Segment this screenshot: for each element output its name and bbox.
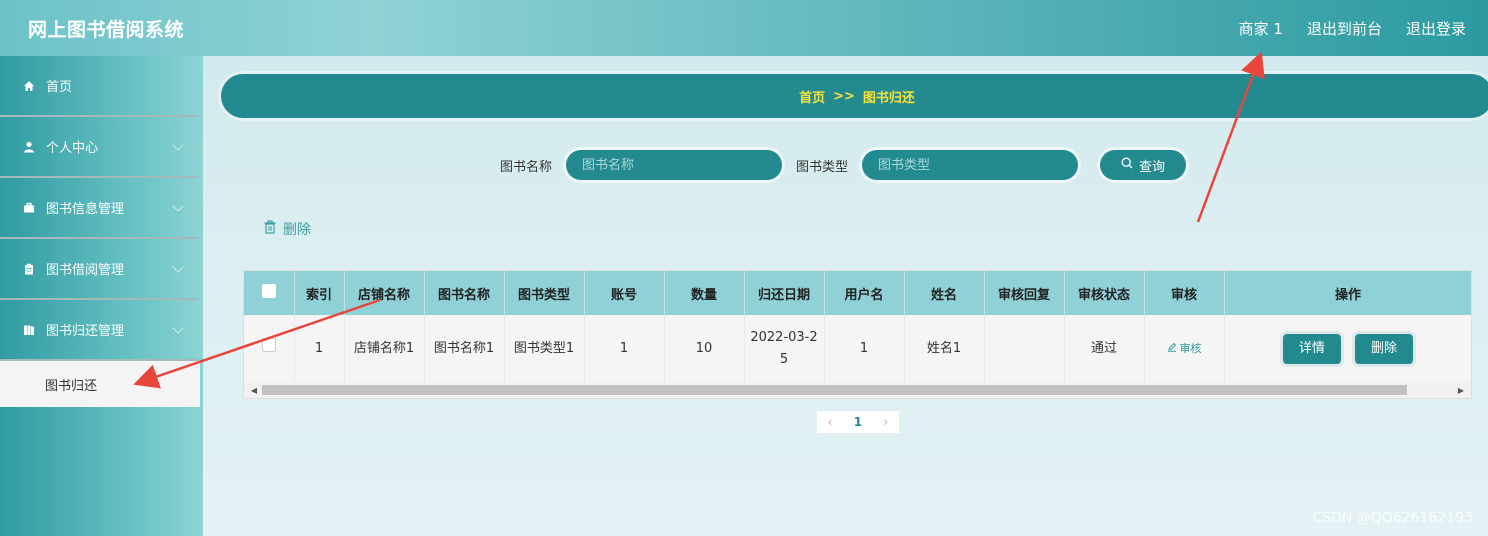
book-type-input[interactable] [862, 150, 1079, 180]
cell-actions: 详情 删除 [1224, 315, 1471, 383]
app-title: 网上图书借阅系统 [28, 18, 185, 41]
column-header: 操作 [1224, 271, 1471, 315]
book-name-label: 图书名称 [500, 159, 553, 175]
sidebar-item-label: 图书归还管理 [46, 324, 125, 339]
select-all-header [244, 271, 295, 315]
column-header: 审核 [1144, 271, 1225, 315]
book-name-input[interactable] [566, 150, 783, 180]
sidebar-item-book-info[interactable]: 图书信息管理 [0, 178, 198, 239]
logout-link[interactable]: 退出登录 [1406, 18, 1466, 39]
breadcrumb: 首页 >> 图书归还 [221, 74, 1488, 118]
edit-icon [1167, 338, 1177, 360]
table-row: 1 店铺名称1 图书名称1 图书类型1 1 10 2022-03-25 1 姓名… [244, 315, 1471, 383]
horizontal-scrollbar[interactable]: ◀ ▶ [244, 382, 1471, 398]
cell-account: 1 [584, 315, 665, 383]
sidebar-item-label: 个人中心 [46, 141, 99, 156]
cell-shop: 店铺名称1 [344, 315, 425, 383]
sidebar-item-profile[interactable]: 个人中心 [0, 117, 198, 178]
batch-delete-label: 删除 [283, 222, 311, 238]
column-header: 用户名 [824, 271, 905, 315]
breadcrumb-separator: >> [833, 88, 855, 104]
column-header: 图书类型 [504, 271, 585, 315]
cell-audit: 审核 [1144, 315, 1225, 383]
column-header: 账号 [584, 271, 665, 315]
row-checkbox[interactable] [261, 338, 276, 352]
column-header: 索引 [294, 271, 345, 315]
clipboard-icon [23, 263, 35, 275]
pagination: ‹ 1 › [817, 411, 899, 433]
detail-button[interactable]: 详情 [1282, 334, 1341, 364]
cell-reply [984, 315, 1065, 383]
sidebar-item-label: 首页 [46, 80, 73, 95]
scrollbar-thumb[interactable] [262, 385, 1407, 395]
scroll-right-icon[interactable]: ▶ [1453, 382, 1469, 398]
book-icon [23, 324, 35, 336]
query-button[interactable]: 查询 [1100, 150, 1187, 180]
query-button-label: 查询 [1139, 159, 1166, 175]
column-header: 审核状态 [1064, 271, 1145, 315]
watermark: CSDN @QQ626162193 [1312, 510, 1473, 526]
batch-delete-button[interactable]: 删除 [263, 219, 311, 239]
next-page-icon[interactable]: › [883, 415, 888, 429]
breadcrumb-current: 图书归还 [862, 90, 915, 106]
current-user[interactable]: 商家 1 [1239, 18, 1283, 39]
sidebar-item-borrow[interactable]: 图书借阅管理 [0, 239, 198, 300]
sidebar-item-home[interactable]: 首页 [0, 56, 198, 117]
chevron-down-icon [172, 200, 184, 212]
audit-label: 审核 [1179, 342, 1202, 355]
top-right-nav: 商家 1 退出到前台 退出登录 [1239, 18, 1466, 39]
scroll-left-icon[interactable]: ◀ [246, 382, 262, 398]
cell-status: 通过 [1064, 315, 1145, 383]
column-header: 归还日期 [744, 271, 825, 315]
sidebar-subitem-book-return[interactable]: 图书归还 [0, 361, 200, 407]
select-all-checkbox[interactable] [261, 284, 276, 298]
row-select-cell [244, 315, 295, 383]
cell-username: 1 [824, 315, 905, 383]
sidebar-item-label: 图书借阅管理 [46, 263, 125, 278]
return-date: 2022-03-25 [750, 330, 818, 367]
user-icon [23, 141, 35, 153]
page-number[interactable]: 1 [854, 415, 862, 429]
cell-name: 姓名1 [904, 315, 985, 383]
column-header: 审核回复 [984, 271, 1065, 315]
delete-button[interactable]: 删除 [1355, 334, 1414, 364]
data-table: 索引 店铺名称 图书名称 图书类型 账号 数量 归还日期 用户名 姓名 审核回复… [243, 270, 1472, 399]
cell-book: 图书名称1 [424, 315, 505, 383]
chevron-down-icon [172, 261, 184, 273]
cell-date: 2022-03-25 [744, 315, 825, 383]
breadcrumb-home[interactable]: 首页 [799, 87, 825, 106]
search-bar: 图书名称 图书类型 查询 [500, 150, 1187, 180]
audit-link[interactable]: 审核 [1167, 338, 1202, 360]
prev-page-icon[interactable]: ‹ [828, 415, 833, 429]
sidebar: 首页 个人中心 图书信息管理 图书借阅管理 图书归还管理 图书归还 [0, 56, 203, 536]
top-bar: 网上图书借阅系统 商家 1 退出到前台 退出登录 [0, 0, 1488, 56]
column-header: 数量 [664, 271, 745, 315]
column-header: 姓名 [904, 271, 985, 315]
home-icon [23, 80, 35, 92]
column-header: 店铺名称 [344, 271, 425, 315]
cell-qty: 10 [664, 315, 745, 383]
exit-to-front-link[interactable]: 退出到前台 [1307, 18, 1382, 39]
sidebar-item-return[interactable]: 图书归还管理 [0, 300, 198, 361]
cell-index: 1 [294, 315, 345, 383]
cell-type: 图书类型1 [504, 315, 585, 383]
chevron-down-icon [172, 139, 184, 151]
table-header-row: 索引 店铺名称 图书名称 图书类型 账号 数量 归还日期 用户名 姓名 审核回复… [244, 271, 1471, 315]
book-type-label: 图书类型 [796, 159, 849, 175]
briefcase-icon [23, 202, 35, 214]
trash-icon [263, 220, 277, 238]
sidebar-item-label: 图书信息管理 [46, 202, 125, 217]
chevron-down-icon [172, 322, 184, 334]
column-header: 图书名称 [424, 271, 505, 315]
search-icon [1121, 157, 1133, 173]
